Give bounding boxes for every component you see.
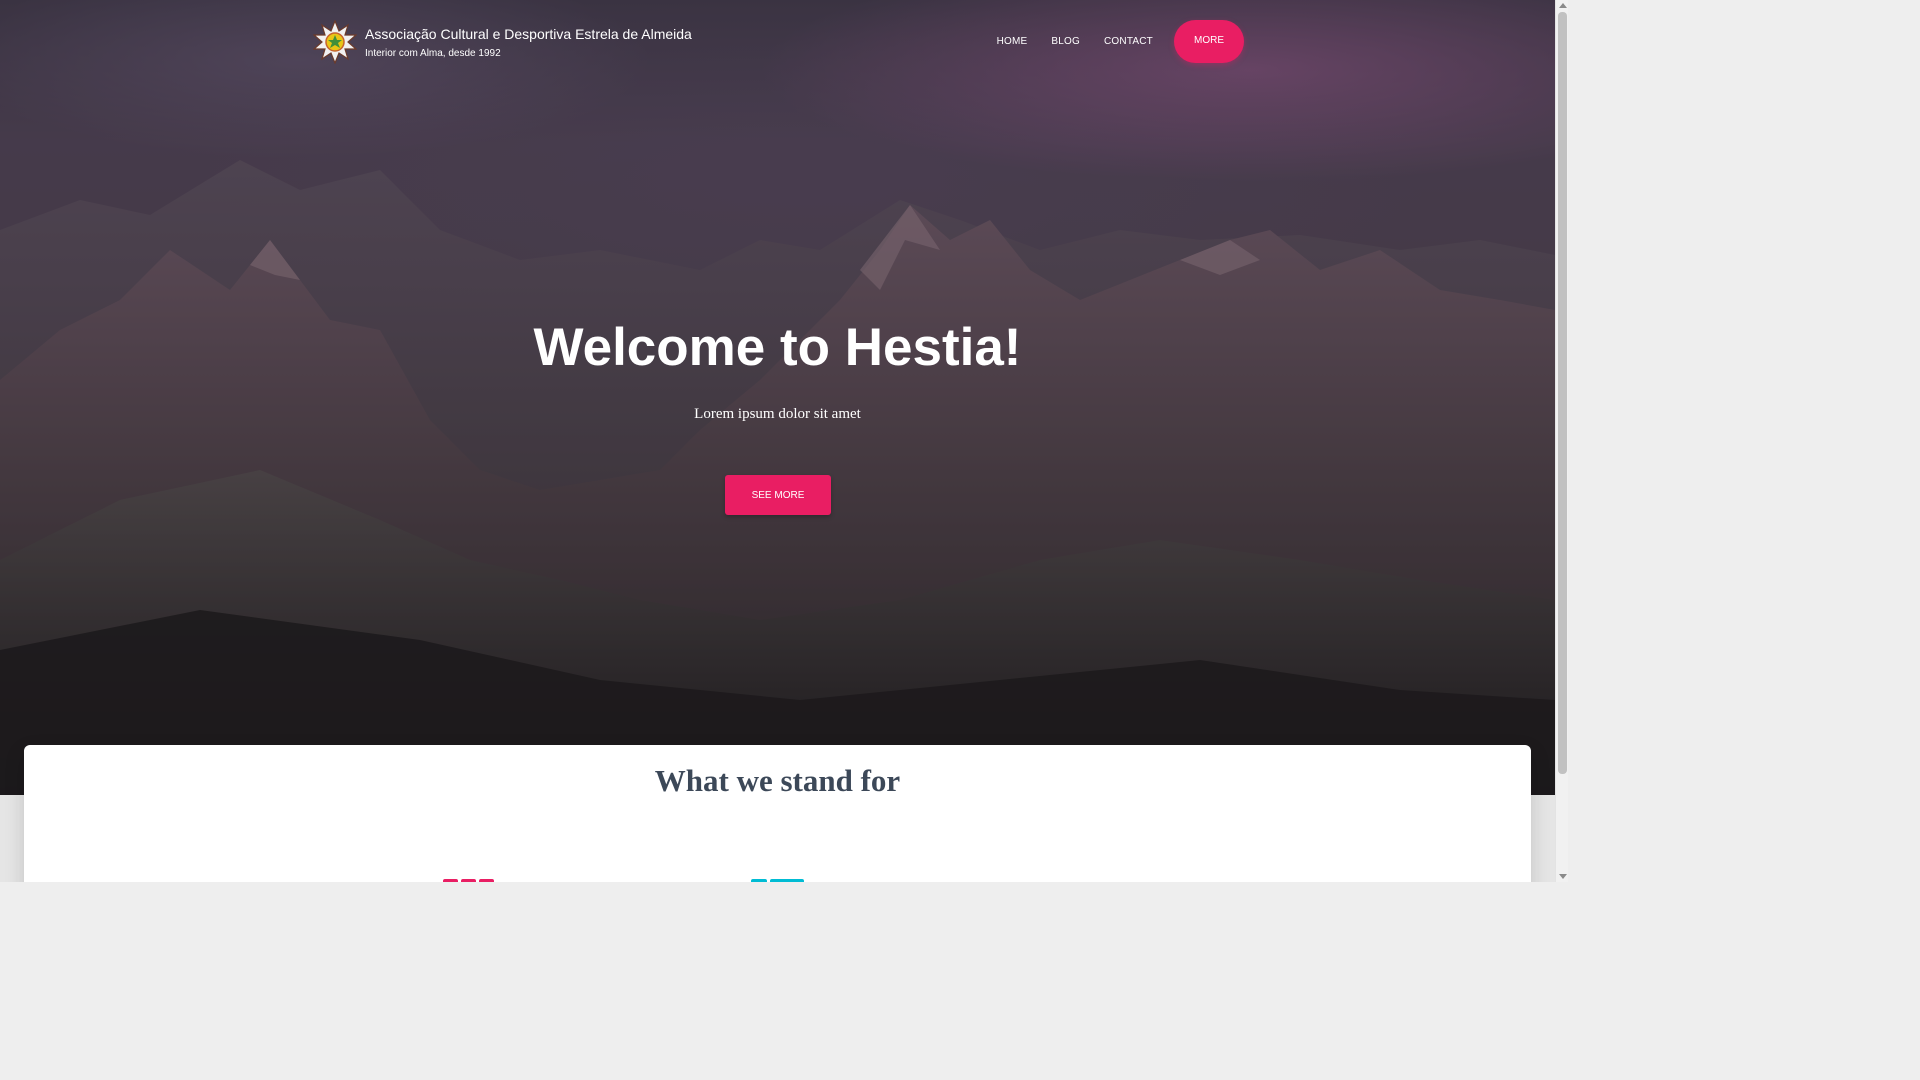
nav-item-blog[interactable]: BLOG xyxy=(1039,36,1092,47)
hero-title: Welcome to Hestia! xyxy=(533,318,1022,377)
features-title: What we stand for xyxy=(654,763,901,798)
feature-icon-block xyxy=(751,879,767,882)
feature-icon-grid-cyan xyxy=(751,879,804,882)
hero-section: Associação Cultural e Desportiva Estrela… xyxy=(0,0,1555,795)
features-section: What we stand for xyxy=(24,745,1531,882)
top-navbar: Associação Cultural e Desportiva Estrela… xyxy=(0,0,1555,84)
hero-subtitle: Lorem ipsum dolor sit amet xyxy=(694,406,861,422)
primary-menu: HOME BLOG CONTACT MORE xyxy=(985,20,1244,63)
feature-icon-grid-pink xyxy=(443,879,494,882)
hero-overlay xyxy=(0,0,1555,795)
scroll-down-arrow-icon[interactable] xyxy=(1559,874,1567,879)
star-sun-logo-icon xyxy=(313,20,357,64)
scroll-up-arrow-icon[interactable] xyxy=(1559,3,1567,8)
page-scrollbar[interactable] xyxy=(1555,0,1568,882)
browser-viewport: Associação Cultural e Desportiva Estrela… xyxy=(0,0,1555,882)
nav-item-contact[interactable]: CONTACT xyxy=(1092,36,1165,47)
feature-icon-block xyxy=(770,879,804,882)
feature-icon-block xyxy=(479,879,494,882)
nav-item-home[interactable]: HOME xyxy=(985,36,1040,47)
feature-icon-block xyxy=(443,879,458,882)
site-tagline: Interior com Alma, desde 1992 xyxy=(365,48,501,59)
scrollbar-thumb[interactable] xyxy=(1558,12,1567,774)
feature-icon-block xyxy=(461,879,476,882)
site-title[interactable]: Associação Cultural e Desportiva Estrela… xyxy=(365,25,692,43)
site-brand[interactable]: Associação Cultural e Desportiva Estrela… xyxy=(313,20,692,64)
see-more-button[interactable]: SEE MORE xyxy=(725,475,831,515)
nav-more-button[interactable]: MORE xyxy=(1174,20,1244,63)
